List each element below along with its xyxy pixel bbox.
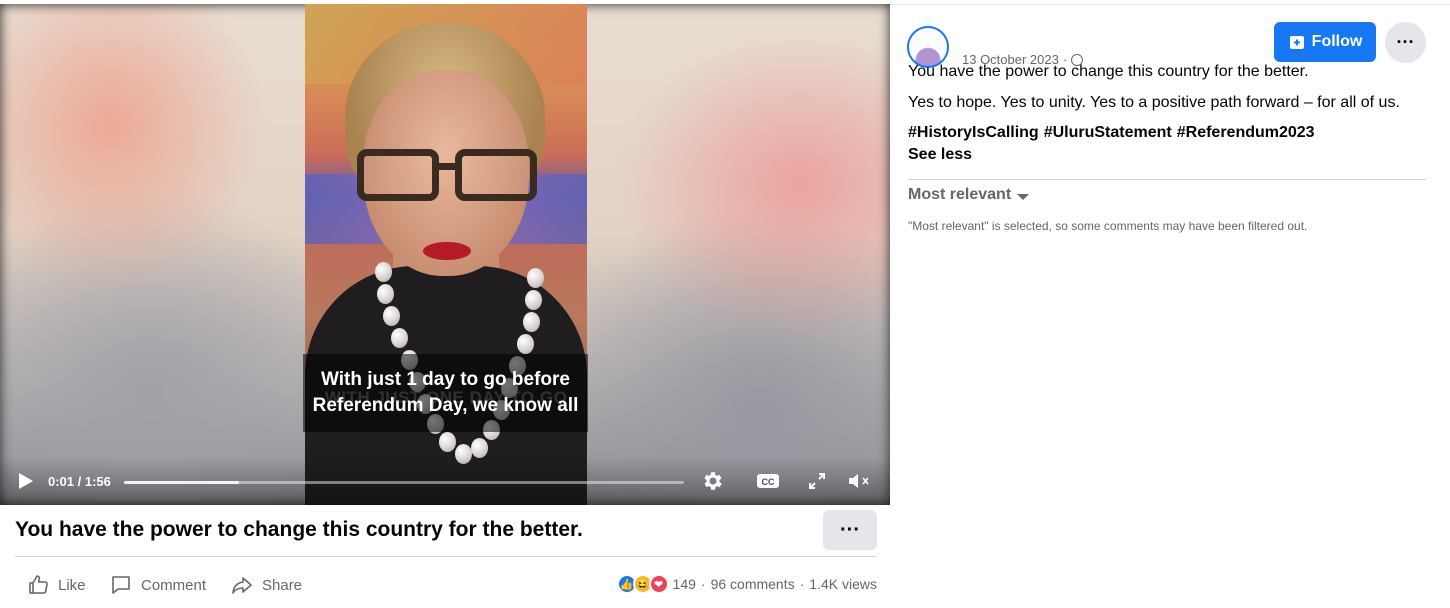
reactions-summary[interactable]: 👍 😆 ❤ xyxy=(616,574,669,594)
divider xyxy=(890,4,1450,5)
like-button[interactable]: Like xyxy=(26,573,86,597)
follow-icon xyxy=(1289,36,1304,49)
hashtags: #HistoryIsCalling #UluruStatement #Refer… xyxy=(908,124,1315,142)
more-options-button[interactable]: ··· xyxy=(1385,22,1426,63)
love-reaction-icon: ❤ xyxy=(648,574,669,594)
caret-down-icon xyxy=(1017,193,1030,200)
progress-bar[interactable] xyxy=(124,481,684,484)
gear-icon[interactable] xyxy=(700,469,726,493)
video-player[interactable]: WITH JUST ONE DAY TO GO With just 1 day … xyxy=(0,4,890,505)
comment-button[interactable]: Comment xyxy=(109,573,206,597)
see-less-link[interactable]: See less xyxy=(908,146,972,164)
share-label: Share xyxy=(262,576,303,594)
like-label: Like xyxy=(58,576,86,594)
glasses xyxy=(357,149,537,203)
comments-count[interactable]: 96 comments xyxy=(711,576,795,592)
hashtag-link[interactable]: #Referendum2023 xyxy=(1177,124,1315,142)
comment-label: Comment xyxy=(141,576,207,594)
video-caption-text: With just 1 day to go before Referendum … xyxy=(312,369,579,416)
post-options-button[interactable]: ··· xyxy=(823,510,877,550)
play-icon[interactable] xyxy=(16,471,36,491)
muted-volume-icon[interactable] xyxy=(846,469,872,493)
divider xyxy=(15,556,877,557)
thumbs-up-icon xyxy=(29,575,48,594)
video-caption-box: With just 1 day to go before Referendum … xyxy=(303,354,588,432)
reaction-count[interactable]: 149 xyxy=(673,576,696,592)
post-text-line: Yes to hope. Yes to unity. Yes to a posi… xyxy=(908,94,1400,111)
video-controls: 0:01 / 1:56 CC xyxy=(0,457,890,505)
share-button[interactable]: Share xyxy=(230,573,302,597)
hashtag-link[interactable]: #UluruStatement xyxy=(1044,124,1172,142)
progress-buffer xyxy=(124,481,239,484)
sort-label: Most relevant xyxy=(908,186,1012,203)
svg-text:CC: CC xyxy=(762,477,775,487)
follow-button[interactable]: Follow xyxy=(1274,22,1376,62)
share-icon xyxy=(232,577,252,594)
follow-label: Follow xyxy=(1311,33,1363,50)
views-count: 1.4K views xyxy=(809,576,877,592)
comment-sort-dropdown[interactable]: Most relevant xyxy=(908,186,1030,204)
facebook-video-post-page: WITH JUST ONE DAY TO GO With just 1 day … xyxy=(0,0,1450,608)
divider xyxy=(908,179,1426,180)
hashtag-link[interactable]: #HistoryIsCalling xyxy=(908,124,1039,142)
filter-note: "Most relevant" is selected, so some com… xyxy=(908,219,1308,233)
closed-captions-icon[interactable]: CC xyxy=(755,469,781,493)
comment-icon xyxy=(112,576,130,594)
post-stats: 👍 😆 ❤ 149 · 96 comments · 1.4K views xyxy=(616,574,877,594)
post-text-line: You have the power to change this countr… xyxy=(908,63,1309,80)
video-time: 0:01 / 1:56 xyxy=(48,474,111,489)
fullscreen-icon[interactable] xyxy=(804,469,830,493)
post-title: You have the power to change this countr… xyxy=(15,518,583,541)
